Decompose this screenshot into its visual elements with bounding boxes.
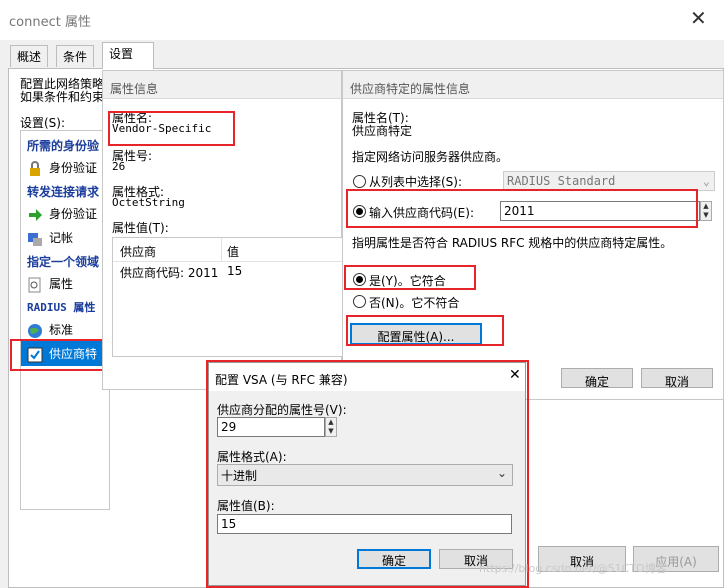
sidebar-item-label: 身份验证	[49, 207, 98, 221]
intro-text: 配置此网络策略 如果条件和约束	[20, 78, 104, 104]
highlight-vsa-dialog	[206, 360, 529, 588]
vendor-name-value: 供应商特定	[352, 124, 413, 138]
sidebar-item-auth-1[interactable]: 身份验证	[27, 159, 97, 177]
column-divider	[221, 238, 222, 262]
attr-info-header: 属性信息	[103, 71, 341, 99]
globe-icon	[27, 323, 43, 339]
highlight-vendor-code	[346, 189, 698, 228]
specify-vendor-text: 指定网络访问服务器供应商。	[352, 150, 509, 164]
vendor-cancel-button[interactable]: 取消	[641, 368, 713, 389]
radio-select-from-list[interactable]	[353, 175, 366, 188]
tab-overview[interactable]: 概述	[10, 45, 49, 67]
header-required-auth: 所需的身份验	[27, 139, 100, 153]
radio-no-conforms[interactable]	[353, 295, 366, 308]
conform-text: 指明属性是否符合 RADIUS RFC 规格中的供应商特定属性。	[352, 236, 673, 250]
sidebar-item-label: 标准	[49, 323, 74, 337]
highlight-attr-name	[108, 111, 235, 146]
window-title: connect 属性	[9, 15, 91, 30]
sidebar-item-accounting[interactable]: 记帐	[27, 229, 73, 247]
sidebar-item-label: 属性	[49, 277, 74, 291]
attr-value-label: 属性值(T):	[112, 221, 169, 235]
sidebar-item-label: 记帐	[49, 231, 74, 245]
accounting-icon	[27, 231, 43, 247]
radio-no-label[interactable]: 否(N)。它不符合	[369, 294, 459, 311]
cell-vendor: 供应商代码: 2011	[120, 266, 219, 280]
sidebar-item-attribute[interactable]: 属性	[27, 275, 73, 293]
radio-select-from-list-label[interactable]: 从列表中选择(S):	[369, 173, 462, 190]
vendor-ok-button[interactable]: 确定	[561, 368, 633, 389]
intro-line-2: 如果条件和约束	[20, 90, 105, 104]
vendor-code-spinner[interactable]: ▲ ▼	[700, 201, 712, 221]
close-icon[interactable]: ✕	[690, 6, 707, 30]
table-row[interactable]: 供应商代码: 2011 15	[113, 263, 345, 281]
column-header-value[interactable]: 值	[227, 243, 239, 260]
sidebar-item-label: 身份验证	[49, 161, 98, 175]
settings-tree: 所需的身份验 身份验证 转发连接请求 身份验证 记帐 指定一个领域 属性 RAD…	[20, 130, 110, 510]
attr-number-value: 26	[112, 160, 126, 173]
attr-format-value: OctetString	[112, 196, 185, 209]
settings-label: 设置(S):	[20, 116, 66, 130]
header-forwarding: 转发连接请求	[27, 185, 100, 199]
vendor-list-select[interactable]: RADIUS Standard ⌄	[503, 171, 715, 191]
column-header-vendor[interactable]: 供应商	[120, 243, 156, 260]
tab-settings[interactable]: 设置	[102, 42, 154, 69]
vendor-info-header: 供应商特定的属性信息	[343, 71, 723, 99]
highlight-configure-button	[346, 315, 504, 346]
attr-value-table[interactable]: 供应商 值 供应商代码: 2011 15	[112, 237, 345, 357]
sidebar-item-standard[interactable]: 标准	[27, 321, 73, 339]
tab-conditions[interactable]: 条件	[56, 45, 95, 67]
vendor-list-value: RADIUS Standard	[507, 174, 616, 188]
title-bar: connect 属性 ✕	[0, 0, 724, 40]
cell-value: 15	[227, 264, 243, 278]
vendor-info-panel: 供应商特定的属性信息 属性名(T): 供应商特定 指定网络访问服务器供应商。 从…	[342, 70, 724, 400]
lock-icon	[27, 160, 43, 177]
chevron-down-icon: ⌄	[702, 174, 710, 188]
header-specify: 指定一个领域	[27, 255, 100, 269]
watermark: https://blog.csdn.net/@51CTO博客	[479, 562, 667, 575]
highlight-yes-conforms	[344, 265, 476, 290]
sidebar-item-auth-2[interactable]: 身份验证	[27, 205, 97, 223]
arrow-right-icon	[27, 207, 43, 223]
document-search-icon	[27, 277, 43, 293]
header-radius: RADIUS 属性	[27, 301, 96, 314]
table-header: 供应商 值	[113, 238, 345, 262]
